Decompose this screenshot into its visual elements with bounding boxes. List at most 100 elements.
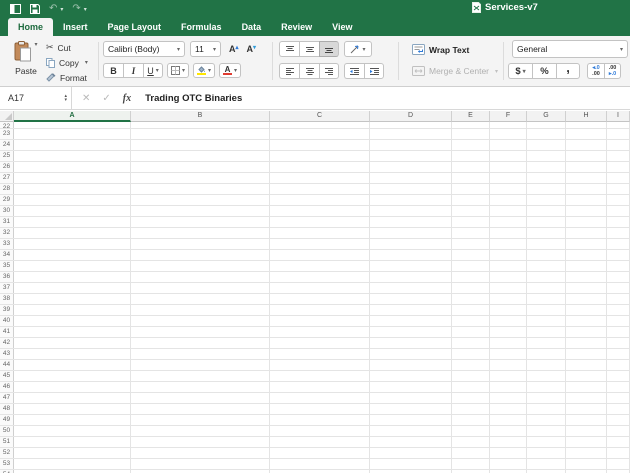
cell-D41[interactable]	[370, 327, 452, 337]
cell-A24[interactable]	[14, 140, 131, 150]
cell-A44[interactable]	[14, 360, 131, 370]
cell-E44[interactable]	[452, 360, 490, 370]
copy-dropdown-icon[interactable]: ▾	[85, 59, 88, 66]
cell-C36[interactable]	[270, 272, 370, 282]
cell-G41[interactable]	[527, 327, 566, 337]
cell-E40[interactable]	[452, 316, 490, 326]
cell-I23[interactable]	[607, 129, 630, 139]
cell-A52[interactable]	[14, 448, 131, 458]
cell-D26[interactable]	[370, 162, 452, 172]
cell-G40[interactable]	[527, 316, 566, 326]
cell-I48[interactable]	[607, 404, 630, 414]
cell-C50[interactable]	[270, 426, 370, 436]
tab-home[interactable]: Home	[8, 18, 53, 36]
cell-A29[interactable]	[14, 195, 131, 205]
cell-G29[interactable]	[527, 195, 566, 205]
cell-I50[interactable]	[607, 426, 630, 436]
cell-G35[interactable]	[527, 261, 566, 271]
cell-F30[interactable]	[490, 206, 527, 216]
bold-button[interactable]: B	[103, 63, 123, 78]
cell-H31[interactable]	[566, 217, 607, 227]
cell-F34[interactable]	[490, 250, 527, 260]
paste-dropdown-icon[interactable]: ▾	[34, 41, 37, 48]
cell-G27[interactable]	[527, 173, 566, 183]
font-size-select[interactable]: 11 ▾	[190, 41, 221, 57]
cell-D22[interactable]	[370, 122, 452, 128]
cell-I36[interactable]	[607, 272, 630, 282]
decrease-indent-button[interactable]	[344, 63, 364, 79]
cell-A41[interactable]	[14, 327, 131, 337]
cell-H47[interactable]	[566, 393, 607, 403]
cell-E43[interactable]	[452, 349, 490, 359]
row-header-25[interactable]: 25	[0, 151, 14, 161]
cell-I47[interactable]	[607, 393, 630, 403]
row-header-48[interactable]: 48	[0, 404, 14, 414]
cell-D50[interactable]	[370, 426, 452, 436]
cell-D39[interactable]	[370, 305, 452, 315]
cell-B49[interactable]	[131, 415, 270, 425]
cell-H52[interactable]	[566, 448, 607, 458]
cell-F31[interactable]	[490, 217, 527, 227]
decrease-decimal-button[interactable]: .00 ▸.0	[604, 63, 621, 79]
cell-B53[interactable]	[131, 459, 270, 469]
cell-B25[interactable]	[131, 151, 270, 161]
cell-A30[interactable]	[14, 206, 131, 216]
increase-decimal-button[interactable]: ◂.0 .00	[587, 63, 604, 79]
undo-dropdown-icon[interactable]: ▾	[60, 6, 63, 13]
column-header-f[interactable]: F	[490, 111, 527, 122]
cell-C45[interactable]	[270, 371, 370, 381]
column-header-b[interactable]: B	[131, 111, 270, 122]
cell-D38[interactable]	[370, 294, 452, 304]
select-all-button[interactable]	[0, 111, 14, 122]
row-header-37[interactable]: 37	[0, 283, 14, 293]
cell-E28[interactable]	[452, 184, 490, 194]
cell-G24[interactable]	[527, 140, 566, 150]
cell-H28[interactable]	[566, 184, 607, 194]
cell-F28[interactable]	[490, 184, 527, 194]
cell-I31[interactable]	[607, 217, 630, 227]
sidebar-panel-icon[interactable]	[10, 4, 21, 14]
cell-E32[interactable]	[452, 228, 490, 238]
cell-A50[interactable]	[14, 426, 131, 436]
cell-I44[interactable]	[607, 360, 630, 370]
tab-view[interactable]: View	[322, 18, 362, 36]
cell-I25[interactable]	[607, 151, 630, 161]
cell-F22[interactable]	[490, 122, 527, 128]
cell-H30[interactable]	[566, 206, 607, 216]
cell-D53[interactable]	[370, 459, 452, 469]
cell-B29[interactable]	[131, 195, 270, 205]
cell-G30[interactable]	[527, 206, 566, 216]
cell-H53[interactable]	[566, 459, 607, 469]
cell-I41[interactable]	[607, 327, 630, 337]
cell-G47[interactable]	[527, 393, 566, 403]
cell-E50[interactable]	[452, 426, 490, 436]
cell-B27[interactable]	[131, 173, 270, 183]
decrease-font-size-button[interactable]: A▾	[247, 44, 257, 54]
column-header-g[interactable]: G	[527, 111, 566, 122]
cell-C39[interactable]	[270, 305, 370, 315]
font-family-select[interactable]: Calibri (Body) ▾	[103, 41, 185, 57]
row-header-42[interactable]: 42	[0, 338, 14, 348]
cell-B37[interactable]	[131, 283, 270, 293]
cell-C37[interactable]	[270, 283, 370, 293]
row-header-31[interactable]: 31	[0, 217, 14, 227]
cell-A37[interactable]	[14, 283, 131, 293]
align-left-button[interactable]	[279, 63, 299, 79]
increase-font-size-button[interactable]: A▴	[229, 44, 239, 54]
cell-F35[interactable]	[490, 261, 527, 271]
cell-H39[interactable]	[566, 305, 607, 315]
cell-H24[interactable]	[566, 140, 607, 150]
cell-I22[interactable]	[607, 122, 630, 128]
cell-G44[interactable]	[527, 360, 566, 370]
formula-input[interactable]: Trading OTC Binaries	[145, 93, 242, 104]
cell-I30[interactable]	[607, 206, 630, 216]
cell-A42[interactable]	[14, 338, 131, 348]
cell-B30[interactable]	[131, 206, 270, 216]
redo-icon[interactable]: ↷	[72, 2, 80, 16]
cell-C27[interactable]	[270, 173, 370, 183]
borders-button[interactable]: ▾	[167, 63, 189, 78]
cell-F42[interactable]	[490, 338, 527, 348]
cell-D42[interactable]	[370, 338, 452, 348]
cell-C35[interactable]	[270, 261, 370, 271]
cell-G52[interactable]	[527, 448, 566, 458]
